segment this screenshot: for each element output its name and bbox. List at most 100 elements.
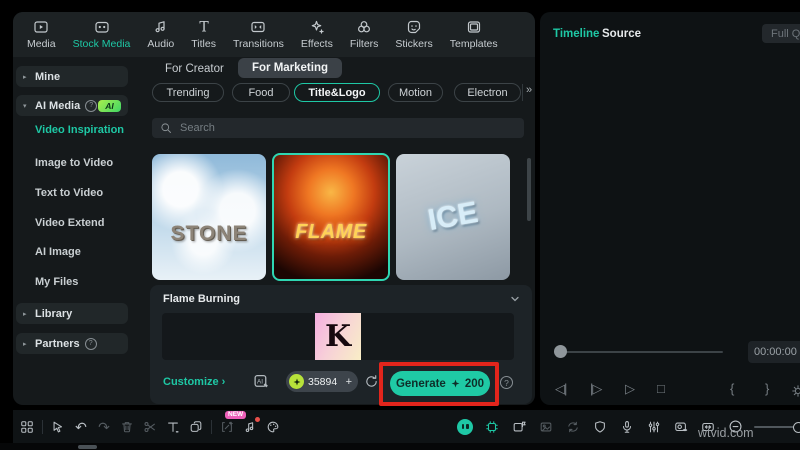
- template-thumbnail-flame[interactable]: FLAME: [272, 153, 390, 281]
- audio-icon: [153, 19, 169, 35]
- zoom-slider-handle[interactable]: [793, 421, 800, 433]
- tab-templates[interactable]: Templates: [450, 19, 498, 50]
- tab-audio[interactable]: Audio: [147, 19, 174, 50]
- chevron-down-icon: ▾: [23, 102, 27, 110]
- tab-media[interactable]: Media: [27, 19, 56, 50]
- ai-copilot-icon[interactable]: [457, 418, 473, 435]
- chevron-right-icon: ▸: [23, 310, 27, 318]
- mark-out-button[interactable]: }: [765, 380, 769, 398]
- tab-for-creator[interactable]: For Creator: [165, 63, 224, 75]
- category-trending[interactable]: Trending: [152, 83, 224, 102]
- sidebar-item-text-to-video[interactable]: Text to Video: [35, 187, 103, 199]
- tab-for-marketing[interactable]: For Marketing: [238, 58, 342, 78]
- tab-timeline[interactable]: Timeline: [553, 28, 599, 40]
- sidebar-group-label: AI Media: [35, 99, 81, 112]
- sidebar-group-label: Library: [35, 307, 73, 320]
- sidebar-group-label: Mine: [35, 70, 61, 83]
- category-title-logo[interactable]: Title&Logo: [294, 83, 380, 102]
- seek-bar[interactable]: [558, 351, 723, 353]
- redo-icon[interactable]: ↷: [96, 419, 112, 435]
- layout-grid-icon[interactable]: [19, 419, 35, 435]
- sidebar-item-image-to-video[interactable]: Image to Video: [35, 157, 113, 169]
- sync-arrows-icon[interactable]: [565, 419, 581, 435]
- tab-stickers[interactable]: Stickers: [395, 19, 433, 50]
- ai-chip-icon[interactable]: [484, 419, 500, 435]
- template-thumbnail-stone[interactable]: STONE: [152, 154, 266, 280]
- tab-transitions[interactable]: Transitions: [233, 19, 284, 50]
- tab-label: Media: [27, 38, 56, 50]
- generate-button[interactable]: Generate 200: [390, 371, 490, 396]
- logo-preview-image[interactable]: K: [315, 313, 361, 360]
- logo-letter: K: [324, 319, 352, 354]
- undo-icon[interactable]: ↶: [73, 419, 89, 435]
- generate-label: Generate: [395, 377, 446, 390]
- notification-dot: [255, 416, 260, 422]
- add-credits-button[interactable]: +: [346, 376, 352, 388]
- credits-pill[interactable]: 35894 +: [286, 371, 358, 392]
- add-text-icon[interactable]: [165, 419, 181, 435]
- refresh-icon[interactable]: [363, 373, 379, 389]
- preview-window: Timeline Source Full Qu 00:00:00 ◁| |▷ ▷…: [540, 12, 800, 405]
- image-icon[interactable]: [538, 419, 554, 435]
- speed-ramp-icon[interactable]: [673, 419, 689, 435]
- shapes-overlay-icon[interactable]: [188, 419, 204, 435]
- watermark: wtvid.com: [698, 426, 754, 440]
- category-food[interactable]: Food: [232, 83, 290, 102]
- search-icon: [160, 122, 172, 134]
- ai-audio-icon[interactable]: [242, 416, 260, 435]
- play-button[interactable]: ▷: [625, 380, 635, 398]
- scrollbar[interactable]: [527, 158, 531, 221]
- search-input[interactable]: [178, 121, 482, 135]
- quality-selector[interactable]: Full Qu: [762, 24, 800, 43]
- tab-titles[interactable]: T Titles: [191, 19, 216, 51]
- help-icon[interactable]: ?: [500, 376, 513, 389]
- tab-label: Effects: [300, 38, 333, 50]
- tab-filters[interactable]: Filters: [350, 19, 378, 50]
- delete-trash-icon[interactable]: [119, 419, 135, 435]
- stock-media-content: For Creator For Marketing Trending Food …: [148, 57, 535, 405]
- sidebar-item-ai-image[interactable]: AI Image: [35, 246, 81, 258]
- category-electronic[interactable]: Electron: [454, 83, 521, 102]
- mark-in-button[interactable]: {: [730, 380, 734, 398]
- ai-text-tool-icon[interactable]: AI: [252, 372, 270, 390]
- tab-label: Templates: [449, 38, 498, 50]
- sidebar-item-my-files[interactable]: My Files: [35, 276, 78, 288]
- settings-gear-icon[interactable]: [790, 382, 800, 400]
- stop-button[interactable]: □: [657, 380, 665, 398]
- sidebar-group-partners[interactable]: ▸ Partners ?: [16, 333, 128, 354]
- divider: [42, 419, 43, 434]
- previous-frame-button[interactable]: ◁|: [555, 380, 567, 398]
- timeline-zoom-slider[interactable]: [754, 419, 800, 435]
- sidebar-group-library[interactable]: ▸ Library: [16, 303, 128, 324]
- tab-source[interactable]: Source: [602, 28, 641, 40]
- split-scissors-icon[interactable]: [142, 419, 158, 435]
- seek-handle[interactable]: [554, 345, 567, 358]
- sidebar-group-mine[interactable]: ▸ Mine: [16, 66, 128, 87]
- categories-more-button[interactable]: »: [526, 84, 532, 96]
- help-icon[interactable]: ?: [84, 337, 97, 350]
- horizontal-scroll-strip: [0, 443, 800, 450]
- sidebar-item-video-inspiration[interactable]: Video Inspiration: [35, 124, 124, 136]
- color-palette-icon[interactable]: [265, 419, 281, 435]
- shield-icon[interactable]: [592, 419, 608, 435]
- media-icon: [33, 19, 49, 35]
- horizontal-scroll-handle[interactable]: [78, 445, 97, 449]
- sidebar-group-ai-media[interactable]: ▾ AI Media ? AI: [16, 95, 128, 116]
- customize-link[interactable]: Customize ›: [163, 376, 225, 388]
- audio-mixer-icon[interactable]: [646, 419, 662, 435]
- next-frame-button[interactable]: |▷: [590, 380, 602, 398]
- microphone-icon[interactable]: [619, 419, 635, 435]
- scene-remix-icon[interactable]: NEW: [219, 410, 247, 435]
- tab-effects[interactable]: Effects: [301, 19, 333, 50]
- template-thumbnail-ice[interactable]: ICE: [396, 154, 510, 280]
- timeline-toolbar: ↶ ↷ NEW: [13, 410, 800, 443]
- tab-stock-media[interactable]: Stock Media: [73, 19, 130, 50]
- help-icon[interactable]: ?: [85, 99, 98, 112]
- chevron-right-icon: ▸: [23, 73, 27, 81]
- collapse-chevron-icon[interactable]: [510, 294, 520, 304]
- search-bar[interactable]: [152, 118, 524, 138]
- export-frame-icon[interactable]: [511, 419, 527, 435]
- select-cursor-icon[interactable]: [50, 419, 66, 435]
- sidebar-item-video-extend[interactable]: Video Extend: [35, 217, 104, 229]
- category-motion[interactable]: Motion: [388, 83, 443, 102]
